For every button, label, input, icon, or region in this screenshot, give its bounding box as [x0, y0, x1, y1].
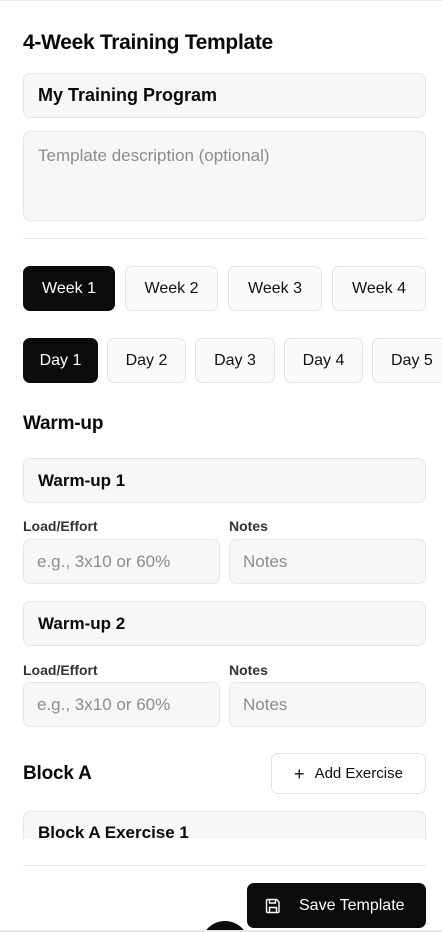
tab-week-2[interactable]: Week 2 — [125, 266, 218, 311]
tab-week-1[interactable]: Week 1 — [23, 266, 115, 311]
add-exercise-button[interactable]: + Add Exercise — [271, 753, 426, 794]
footer-divider — [23, 865, 426, 866]
warmup-title: Warm-up — [23, 413, 104, 434]
block-a-exercise-1-name-input[interactable]: Block A Exercise 1 — [23, 811, 426, 839]
notes-label: Notes — [229, 518, 268, 534]
block-a-exercise-1-row[interactable]: Block A Exercise 1 — [23, 811, 426, 839]
tab-day-3[interactable]: Day 3 — [195, 338, 275, 383]
warmup-1-notes-input[interactable]: Notes — [229, 539, 426, 584]
save-template-button[interactable]: Save Template — [247, 883, 426, 928]
tab-day-1[interactable]: Day 1 — [23, 338, 98, 383]
load-effort-label: Load/Effort — [23, 662, 98, 678]
add-exercise-label: Add Exercise — [314, 765, 403, 782]
block-a-title: Block A — [23, 763, 92, 784]
notes-label: Notes — [229, 662, 268, 678]
warmup-2-name-input[interactable]: Warm-up 2 — [23, 601, 426, 646]
template-name-input[interactable]: My Training Program — [23, 73, 426, 118]
save-icon — [265, 898, 280, 913]
warmup-2-load-input[interactable]: e.g., 3x10 or 60% — [23, 682, 220, 727]
tab-week-3[interactable]: Week 3 — [228, 266, 322, 311]
warmup-1-load-input[interactable]: e.g., 3x10 or 60% — [23, 539, 220, 584]
tab-day-5[interactable]: Day 5 — [372, 338, 442, 383]
plus-icon: + — [294, 763, 305, 784]
warmup-2-notes-input[interactable]: Notes — [229, 682, 426, 727]
load-effort-label: Load/Effort — [23, 518, 98, 534]
top-divider — [0, 0, 442, 1]
tab-day-2[interactable]: Day 2 — [107, 338, 186, 383]
tab-day-4[interactable]: Day 4 — [284, 338, 363, 383]
section-divider — [23, 238, 426, 239]
save-template-label: Save Template — [299, 896, 405, 914]
warmup-1-name-input[interactable]: Warm-up 1 — [23, 458, 426, 503]
tab-week-4[interactable]: Week 4 — [332, 266, 426, 311]
page-title: 4-Week Training Template — [23, 31, 273, 54]
template-description-input[interactable]: Template description (optional) — [23, 131, 426, 221]
